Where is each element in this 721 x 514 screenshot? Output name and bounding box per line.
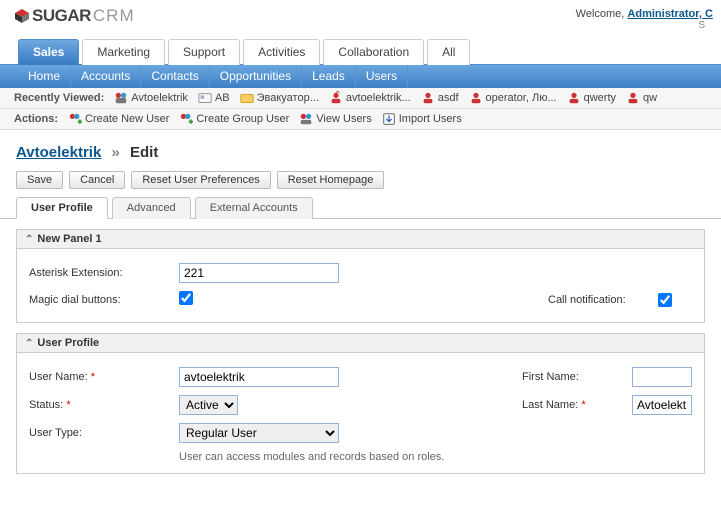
reset-home-button[interactable]: Reset Homepage [277,171,385,189]
import-icon [382,112,396,126]
actions-bar: Actions: Create New User Create Group Us… [0,109,721,130]
firstname-input[interactable] [632,367,692,387]
subtab-users[interactable]: Users [356,65,408,88]
breadcrumb-sep: » [111,144,119,161]
save-button[interactable]: Save [16,171,63,189]
status-select[interactable]: Active [179,395,238,415]
recent-item[interactable]: operator, Лю... [469,91,557,105]
magic-dial-checkbox[interactable] [179,291,193,305]
call-notif-checkbox[interactable] [658,293,672,307]
magic-dial-label: Magic dial buttons: [29,294,179,306]
subtab-leads[interactable]: Leads [302,65,356,88]
panel-user-profile: ⌃ User Profile User Name: * First Name: … [16,333,705,474]
logo-suffix-text: CRM [93,6,135,26]
recent-item[interactable]: asdf [421,91,459,105]
app-logo[interactable]: SUGARCRM [14,6,135,26]
main-tabs: Sales Marketing Support Activities Colla… [0,39,721,65]
usertype-label: User Type: [29,427,179,439]
app-header: SUGARCRM Welcome, Administrator, C S [0,0,721,33]
lastname-input[interactable] [632,395,692,415]
username-input[interactable] [179,367,339,387]
action-create-user[interactable]: Create New User [68,112,169,126]
firstname-label: First Name: [522,371,632,383]
recently-viewed-label: Recently Viewed: [14,92,104,104]
subtab-contacts[interactable]: Contacts [141,65,209,88]
contact-red-icon [329,91,343,105]
asterisk-ext-label: Asterisk Extension: [29,267,179,279]
user-icon [114,91,128,105]
tab-all[interactable]: All [427,39,470,65]
action-buttons-row: Save Cancel Reset User Preferences Reset… [0,171,721,197]
breadcrumb-link[interactable]: Avtoelektrik [16,144,101,161]
asterisk-ext-input[interactable] [179,263,339,283]
contact-red-icon [626,91,640,105]
breadcrumb: Avtoelektrik » Edit [0,130,721,171]
panel-new-panel-1: ⌃ New Panel 1 Asterisk Extension: Magic … [16,229,705,323]
logo-brand-text: SUGAR [32,6,91,26]
contact-red-icon [421,91,435,105]
usertype-hint: User can access modules and records base… [29,447,692,463]
actions-label: Actions: [14,113,58,125]
reset-prefs-button[interactable]: Reset User Preferences [131,171,270,189]
form-tab-profile[interactable]: User Profile [16,197,108,219]
breadcrumb-current: Edit [130,144,158,161]
action-view-users[interactable]: View Users [299,112,371,126]
cancel-button[interactable]: Cancel [69,171,125,189]
recent-item[interactable]: АВ [198,91,230,105]
action-create-group[interactable]: Create Group User [179,112,289,126]
cube-icon [14,8,30,24]
collapse-icon: ⌃ [25,234,33,245]
form-tab-advanced[interactable]: Advanced [112,197,191,219]
contact-red-icon [567,91,581,105]
username-label: User Name: * [29,371,179,383]
recent-item[interactable]: avtoelektrik... [329,91,411,105]
subtab-home[interactable]: Home [18,65,71,88]
user-add-icon [68,112,82,126]
tab-activities[interactable]: Activities [243,39,320,65]
contact-icon [198,91,212,105]
call-notif-label: Call notification: [548,294,658,306]
sub-tabs: Home Accounts Contacts Opportunities Lea… [0,65,721,88]
tab-sales[interactable]: Sales [18,39,79,65]
lastname-label: Last Name: * [522,399,632,411]
action-import-users[interactable]: Import Users [382,112,462,126]
welcome-user-link[interactable]: Administrator, C [627,8,713,20]
subtab-opportunities[interactable]: Opportunities [210,65,302,88]
tab-support[interactable]: Support [168,39,240,65]
panel-title: New Panel 1 [37,233,101,245]
folder-icon [240,91,254,105]
usertype-select[interactable]: Regular User [179,423,339,443]
tab-marketing[interactable]: Marketing [82,39,165,65]
form-tab-external[interactable]: External Accounts [195,197,313,219]
welcome-text: Welcome, Administrator, C [576,6,713,20]
panel-header[interactable]: ⌃ User Profile [17,334,704,353]
recent-item[interactable]: Эвакуатор... [240,91,319,105]
recently-viewed-bar: Recently Viewed: Avtoelektrik АВ Эвакуат… [0,88,721,109]
group-add-icon [179,112,193,126]
panel-title: User Profile [37,337,99,349]
users-icon [299,112,313,126]
status-label: Status: * [29,399,179,411]
form-tabs: User Profile Advanced External Accounts [0,197,721,219]
welcome-sub: S [576,20,713,31]
tab-collaboration[interactable]: Collaboration [323,39,424,65]
panel-header[interactable]: ⌃ New Panel 1 [17,230,704,249]
recent-item[interactable]: Avtoelektrik [114,91,188,105]
recent-item[interactable]: qwerty [567,91,616,105]
contact-red-icon [469,91,483,105]
recent-item[interactable]: qw [626,91,657,105]
collapse-icon: ⌃ [25,338,33,349]
subtab-accounts[interactable]: Accounts [71,65,141,88]
